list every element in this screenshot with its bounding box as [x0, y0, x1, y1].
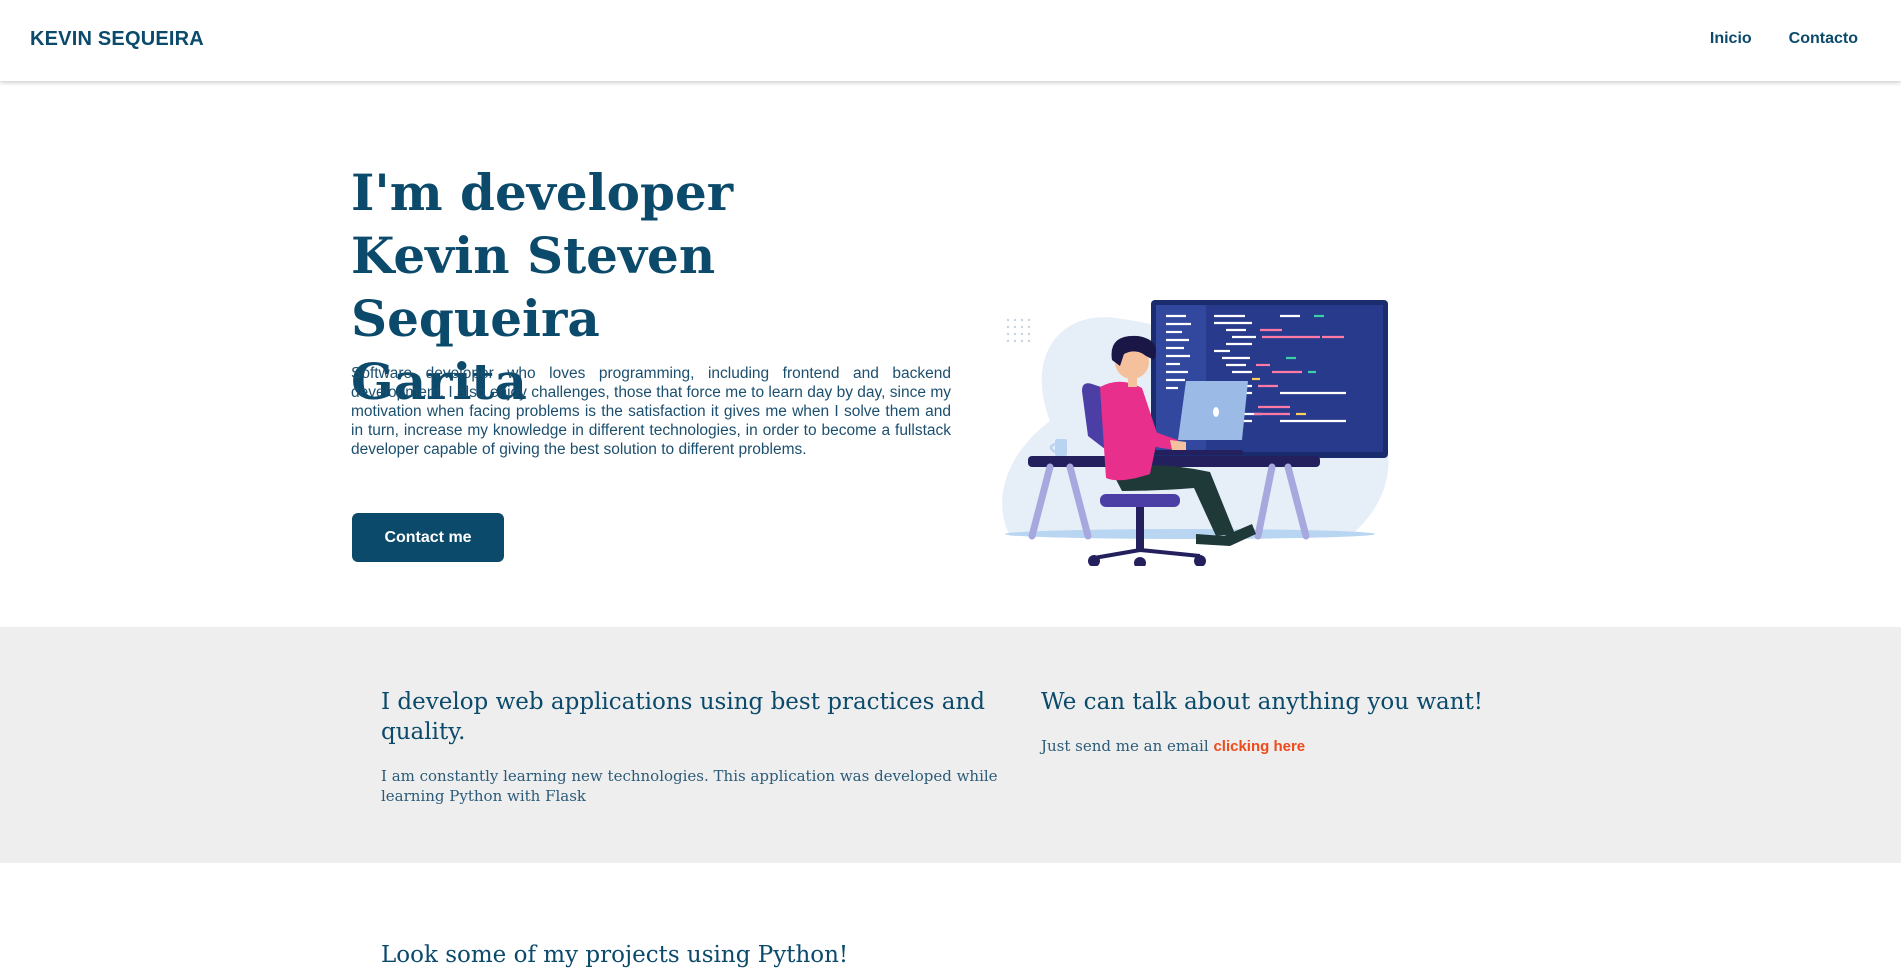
navbar: KEVIN SEQUEIRA Inicio Contacto [0, 0, 1901, 81]
hero-title-line-1: I'm developer [351, 163, 734, 222]
nav-links: Inicio Contacto [1710, 30, 1858, 48]
email-prompt: Just send me an email [1041, 737, 1209, 755]
email-text: Just send me an email clicking here [1041, 736, 1541, 757]
info-band: I develop web applications using best pr… [0, 627, 1901, 863]
brand-logo[interactable]: KEVIN SEQUEIRA [30, 28, 204, 51]
nav-link-contacto[interactable]: Contacto [1789, 30, 1858, 48]
hero-section: I'm developer Kevin Steven Sequeira Gari… [0, 81, 1901, 627]
talk-heading: We can talk about anything you want! [1041, 689, 1484, 715]
developer-at-desk-illustration [1002, 300, 1389, 566]
hero-description: Software developer who loves programming… [351, 365, 951, 458]
web-apps-heading: I develop web applications using best pr… [381, 689, 986, 745]
email-link[interactable]: clicking here [1213, 738, 1305, 755]
contact-me-button[interactable]: Contact me [352, 513, 504, 562]
web-apps-text: I am constantly learning new technologie… [381, 767, 998, 805]
nav-link-inicio[interactable]: Inicio [1710, 30, 1752, 48]
hero-title-line-2: Kevin Steven Sequeira [351, 226, 716, 348]
